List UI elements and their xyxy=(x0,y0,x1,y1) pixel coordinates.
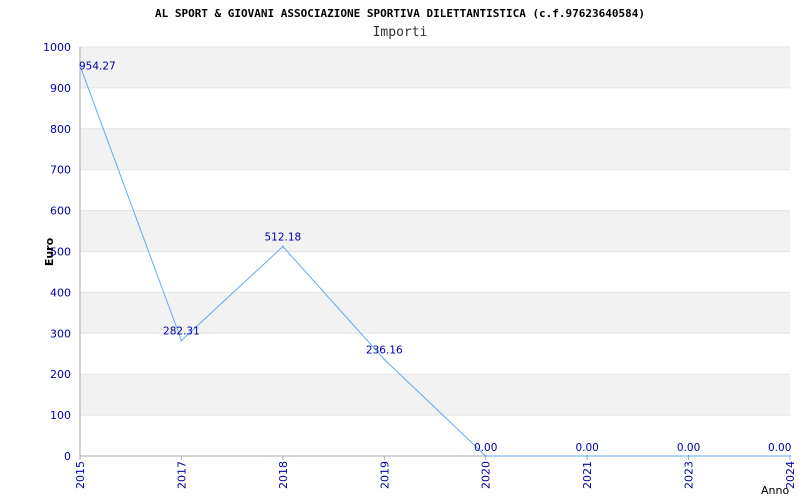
grid-band xyxy=(80,47,790,88)
x-tick-label: 2019 xyxy=(378,461,391,489)
y-tick-label: 600 xyxy=(50,205,71,218)
y-tick-label: 800 xyxy=(50,123,71,136)
grid-band xyxy=(80,210,790,252)
data-label: 0.00 xyxy=(677,442,700,454)
data-label: 0.00 xyxy=(474,442,497,454)
data-label: 0.00 xyxy=(768,442,791,454)
data-label: 954.27 xyxy=(79,61,116,73)
plot-area: 010020030040050060070080090010002015 2017… xyxy=(43,41,797,497)
grid-band xyxy=(80,333,790,375)
x-tick-label: 2015 xyxy=(74,461,87,489)
y-tick-label: 900 xyxy=(50,82,71,95)
grid-band xyxy=(80,251,790,293)
x-axis-label: Anno xyxy=(761,484,789,497)
grid-band xyxy=(80,87,790,129)
grid-band xyxy=(80,169,790,211)
x-tick-label: 2017 xyxy=(175,461,188,489)
x-tick-label: 2021 xyxy=(581,461,594,489)
x-tick-label: 2020 xyxy=(480,461,493,489)
y-tick-label: 400 xyxy=(50,286,71,299)
data-point xyxy=(586,455,589,457)
x-tick-label: 2018 xyxy=(277,461,290,489)
data-point xyxy=(383,358,386,361)
data-point xyxy=(687,455,690,457)
data-label: 0.00 xyxy=(575,442,598,454)
y-tick-label: 1000 xyxy=(43,41,71,54)
x-tick-label: 2023 xyxy=(683,461,696,489)
y-tick-label: 700 xyxy=(50,164,71,177)
grid-band xyxy=(80,374,790,416)
data-point xyxy=(789,455,791,457)
data-point xyxy=(484,455,487,457)
grid-band xyxy=(80,128,790,170)
y-tick-label: 200 xyxy=(50,368,71,381)
y-tick-label: 300 xyxy=(50,327,71,340)
y-axis-label: Euro xyxy=(43,237,56,266)
data-point xyxy=(180,339,183,342)
y-tick-label: 0 xyxy=(64,450,71,463)
data-point xyxy=(281,245,284,248)
y-tick-label: 100 xyxy=(50,409,71,422)
data-label: 282.31 xyxy=(163,326,200,338)
data-label: 236.16 xyxy=(366,344,403,356)
data-label: 512.18 xyxy=(264,232,301,244)
chart: AL SPORT & GIOVANI ASSOCIAZIONE SPORTIVA… xyxy=(0,0,800,500)
